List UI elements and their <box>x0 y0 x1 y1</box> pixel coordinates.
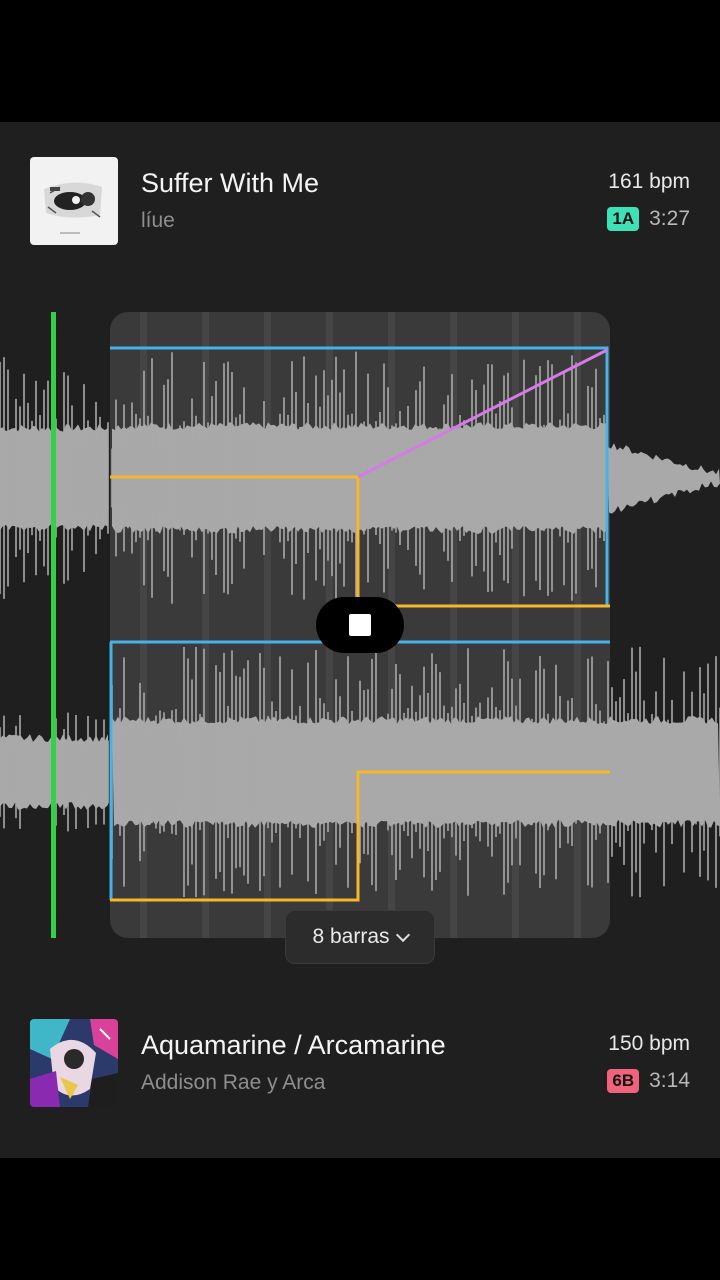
stop-button[interactable] <box>316 597 404 653</box>
track-title-a: Suffer With Me <box>141 168 320 198</box>
track-duration-b: 3:14 <box>649 1069 690 1092</box>
track-meta-a: 1A 3:27 <box>607 207 690 231</box>
transition-length-label: 8 barras <box>312 925 390 948</box>
album-art-a <box>30 157 118 245</box>
track-bpm-b: 150 bpm <box>608 1032 690 1055</box>
status-bar-area <box>0 0 720 122</box>
track-meta-b: 6B 3:14 <box>607 1069 690 1093</box>
stop-icon <box>349 614 371 636</box>
track-header-b[interactable]: Aquamarine / Arcamarine Addison Rae y Ar… <box>30 1019 690 1109</box>
track-header-a[interactable]: Suffer With Me líue 161 bpm 1A 3:27 <box>30 157 690 247</box>
key-badge-a: 1A <box>607 207 640 231</box>
track-title-b: Aquamarine / Arcamarine <box>141 1030 446 1060</box>
track-bpm-a: 161 bpm <box>608 170 690 193</box>
playhead[interactable] <box>51 312 56 938</box>
key-badge-b: 6B <box>607 1069 640 1093</box>
track-artist-b: Addison Rae y Arca <box>141 1071 326 1094</box>
chevron-down-icon <box>395 927 410 943</box>
album-art-b <box>30 1019 118 1107</box>
track-artist-a: líue <box>141 209 175 232</box>
navigation-bar-area <box>0 1158 720 1280</box>
track-duration-a: 3:27 <box>649 207 690 230</box>
transition-length-dropdown[interactable]: 8 barras <box>285 910 435 964</box>
